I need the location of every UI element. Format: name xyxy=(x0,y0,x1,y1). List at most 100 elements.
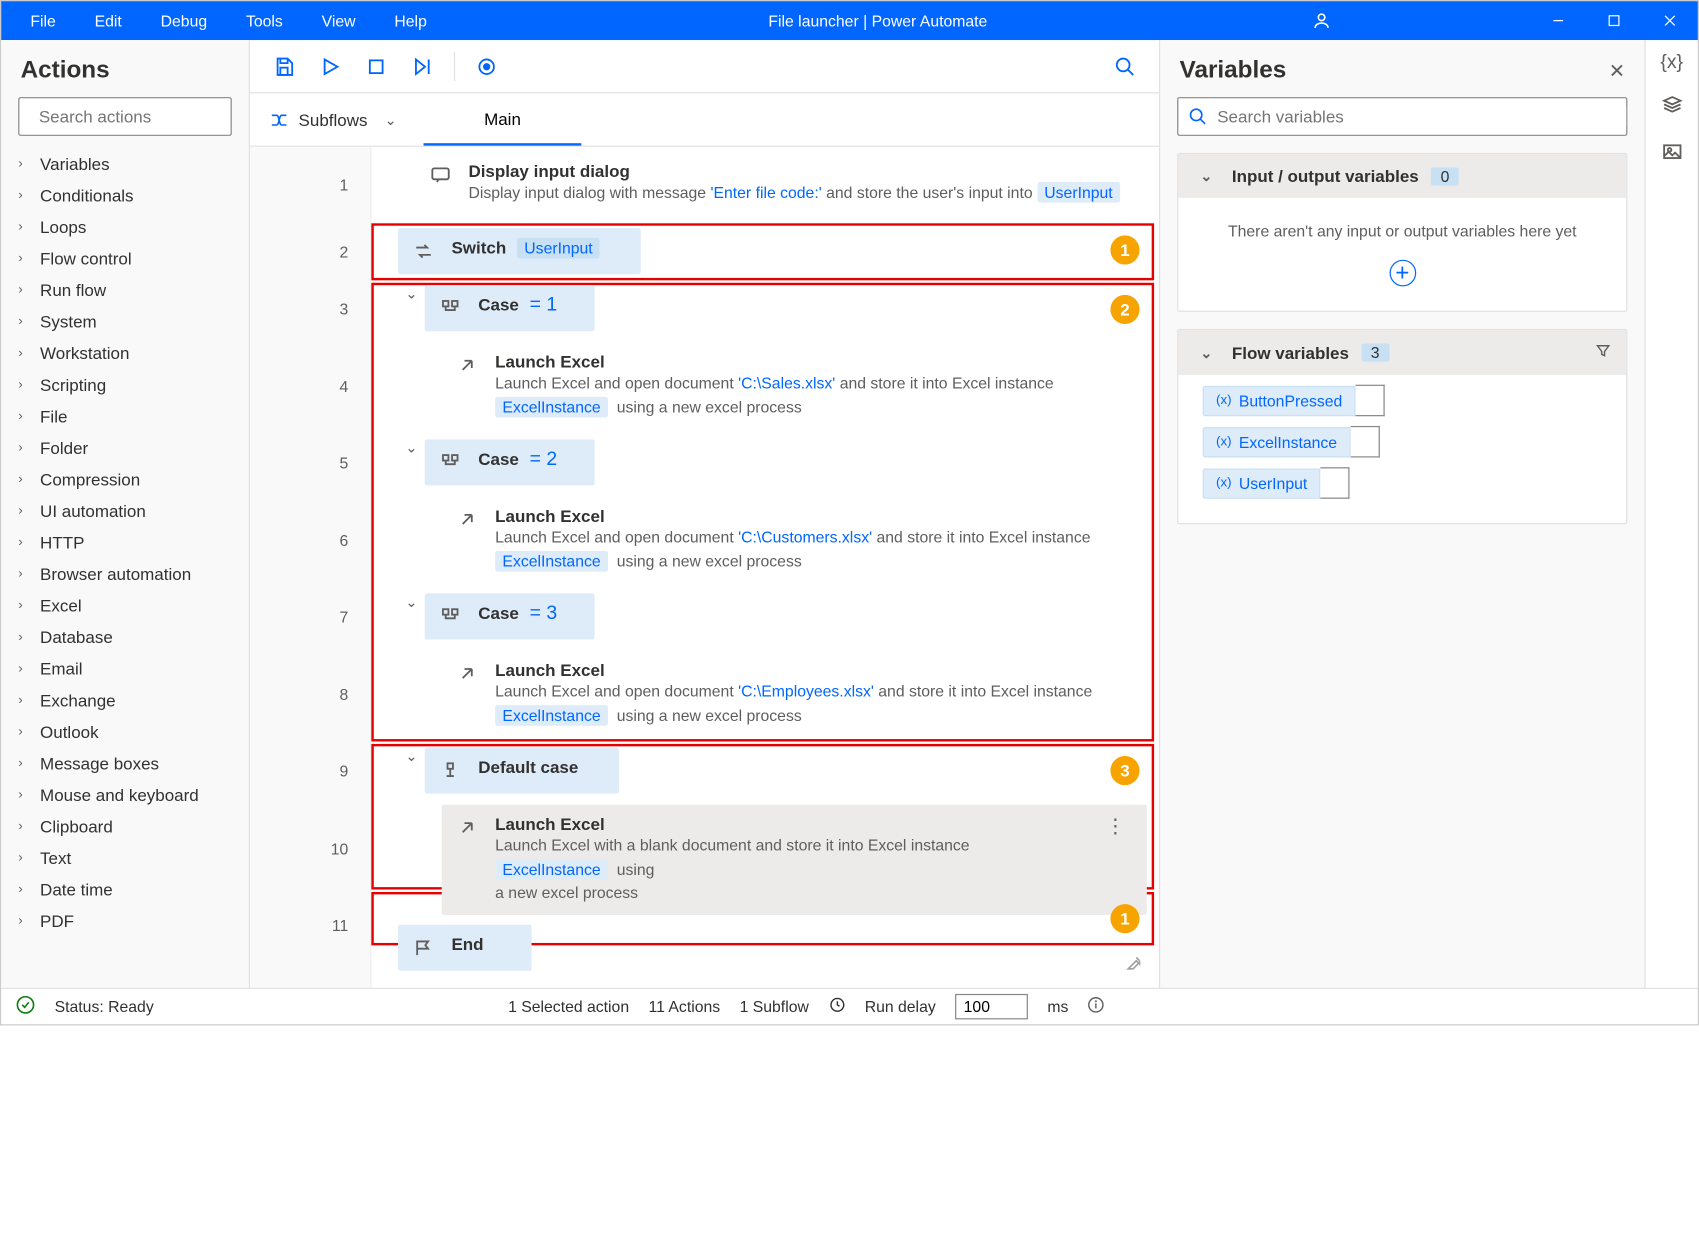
delay-unit: ms xyxy=(1047,998,1068,1016)
action-category-mouse-and-keyboard[interactable]: ›Mouse and keyboard xyxy=(8,779,241,811)
search-flow-button[interactable] xyxy=(1106,47,1145,86)
step-button[interactable] xyxy=(403,47,442,86)
action-category-email[interactable]: ›Email xyxy=(8,653,241,685)
step-row[interactable]: ⌄Case = 2 xyxy=(383,434,1146,491)
chevron-right-icon: › xyxy=(18,441,30,456)
variables-panel: Variables ✕ ⌄ Input / output variables 0… xyxy=(1159,40,1644,988)
step-row[interactable]: Launch ExcelLaunch Excel and open docume… xyxy=(383,337,1146,434)
close-button[interactable] xyxy=(1642,1,1698,40)
chevron-down-icon[interactable]: ⌄ xyxy=(398,285,425,302)
variables-title: Variables xyxy=(1180,57,1287,85)
step-row[interactable]: Switch UserInput xyxy=(383,223,1146,280)
flow-variable-excelinstance[interactable]: (x)ExcelInstance xyxy=(1203,426,1602,458)
status-text: Status: Ready xyxy=(55,998,154,1016)
action-category-system[interactable]: ›System xyxy=(8,306,241,338)
action-category-exchange[interactable]: ›Exchange xyxy=(8,684,241,716)
delay-input[interactable] xyxy=(955,994,1028,1019)
action-category-file[interactable]: ›File xyxy=(8,400,241,432)
action-category-loops[interactable]: ›Loops xyxy=(8,211,241,243)
images-rail-icon[interactable] xyxy=(1661,141,1683,169)
chevron-down-icon: ⌄ xyxy=(1193,167,1220,184)
menu-tools[interactable]: Tools xyxy=(229,4,300,37)
subflows-bar: Subflows ⌄ Main xyxy=(250,93,1159,146)
step-row[interactable]: Launch ExcelLaunch Excel and open docume… xyxy=(383,491,1146,588)
case-icon xyxy=(439,297,461,319)
action-category-excel[interactable]: ›Excel xyxy=(8,590,241,622)
action-category-browser-automation[interactable]: ›Browser automation xyxy=(8,558,241,590)
io-empty-text: There aren't any input or output variabl… xyxy=(1203,222,1602,240)
chevron-right-icon: › xyxy=(18,851,30,866)
action-category-date-time[interactable]: ›Date time xyxy=(8,874,241,906)
stop-button[interactable] xyxy=(357,47,396,86)
step-row[interactable]: ⌄Case = 3 xyxy=(383,589,1146,646)
variables-search-input[interactable] xyxy=(1217,107,1626,126)
action-category-text[interactable]: ›Text xyxy=(8,842,241,874)
account-area[interactable] xyxy=(1312,11,1530,30)
maximize-button[interactable] xyxy=(1586,1,1642,40)
chevron-right-icon: › xyxy=(18,882,30,897)
minimize-button[interactable] xyxy=(1530,1,1586,40)
action-category-clipboard[interactable]: ›Clipboard xyxy=(8,811,241,843)
step-row[interactable]: End xyxy=(383,919,1146,976)
record-button[interactable] xyxy=(467,47,506,86)
info-icon[interactable] xyxy=(1088,996,1105,1017)
chevron-right-icon: › xyxy=(18,188,30,203)
flow-variable-buttonpressed[interactable]: (x)ButtonPressed xyxy=(1203,385,1602,417)
filter-icon[interactable] xyxy=(1595,342,1612,363)
action-category-scripting[interactable]: ›Scripting xyxy=(8,369,241,401)
action-category-flow-control[interactable]: ›Flow control xyxy=(8,243,241,275)
action-category-conditionals[interactable]: ›Conditionals xyxy=(8,180,241,212)
subflows-button[interactable]: Subflows ⌄ xyxy=(250,93,423,145)
chevron-right-icon: › xyxy=(18,314,30,329)
menu-debug[interactable]: Debug xyxy=(144,4,224,37)
action-category-run-flow[interactable]: ›Run flow xyxy=(8,274,241,306)
variables-search[interactable] xyxy=(1177,97,1627,136)
main-area: Subflows ⌄ Main 1234567891011 1 2 3 1 xyxy=(250,40,1159,988)
action-category-compression[interactable]: ›Compression xyxy=(8,464,241,496)
action-category-pdf[interactable]: ›PDF xyxy=(8,905,241,937)
action-category-ui-automation[interactable]: ›UI automation xyxy=(8,495,241,527)
action-category-http[interactable]: ›HTTP xyxy=(8,527,241,559)
action-category-outlook[interactable]: ›Outlook xyxy=(8,716,241,748)
chevron-right-icon: › xyxy=(18,819,30,834)
action-category-workstation[interactable]: ›Workstation xyxy=(8,337,241,369)
status-subflow: 1 Subflow xyxy=(740,998,809,1016)
run-button[interactable] xyxy=(311,47,350,86)
chevron-right-icon: › xyxy=(18,409,30,424)
step-row[interactable]: Display input dialogDisplay input dialog… xyxy=(383,147,1146,223)
save-button[interactable] xyxy=(265,47,304,86)
chevron-down-icon[interactable]: ⌄ xyxy=(398,748,425,765)
step-row[interactable]: ⌄Default case xyxy=(383,743,1146,800)
chevron-down-icon[interactable]: ⌄ xyxy=(398,593,425,610)
actions-search[interactable] xyxy=(18,97,232,136)
flow-variables-header[interactable]: ⌄ Flow variables 3 xyxy=(1178,330,1626,375)
menu-file[interactable]: File xyxy=(13,4,72,37)
line-number: 9 xyxy=(250,743,370,800)
tab-main[interactable]: Main xyxy=(423,93,581,145)
flow-variable-userinput[interactable]: (x)UserInput xyxy=(1203,467,1602,499)
io-variables-header[interactable]: ⌄ Input / output variables 0 xyxy=(1178,154,1626,198)
line-number: 10 xyxy=(250,800,370,897)
menu-edit[interactable]: Edit xyxy=(78,4,139,37)
actions-search-input[interactable] xyxy=(39,107,259,126)
chevron-right-icon: › xyxy=(18,535,30,550)
close-panel-button[interactable]: ✕ xyxy=(1609,59,1625,83)
io-variables-section: ⌄ Input / output variables 0 There aren'… xyxy=(1177,153,1627,312)
action-category-message-boxes[interactable]: ›Message boxes xyxy=(8,748,241,780)
more-icon[interactable]: ⋮ xyxy=(1098,814,1132,838)
right-rail: {x} xyxy=(1644,40,1697,988)
chevron-right-icon: › xyxy=(18,346,30,361)
action-category-folder[interactable]: ›Folder xyxy=(8,432,241,464)
step-row[interactable]: ⌄Case = 1 xyxy=(383,280,1146,337)
action-category-variables[interactable]: ›Variables xyxy=(8,148,241,180)
menu-view[interactable]: View xyxy=(305,4,373,37)
step-row[interactable]: Launch ExcelLaunch Excel with a blank do… xyxy=(383,800,1146,920)
case-icon xyxy=(439,451,461,473)
action-category-database[interactable]: ›Database xyxy=(8,621,241,653)
stack-rail-icon[interactable] xyxy=(1661,93,1683,121)
step-row[interactable]: Launch ExcelLaunch Excel and open docume… xyxy=(383,646,1146,743)
menu-help[interactable]: Help xyxy=(377,4,443,37)
variables-rail-icon[interactable]: {x} xyxy=(1660,52,1683,74)
chevron-down-icon[interactable]: ⌄ xyxy=(398,439,425,456)
add-variable-button[interactable]: + xyxy=(1389,260,1416,287)
